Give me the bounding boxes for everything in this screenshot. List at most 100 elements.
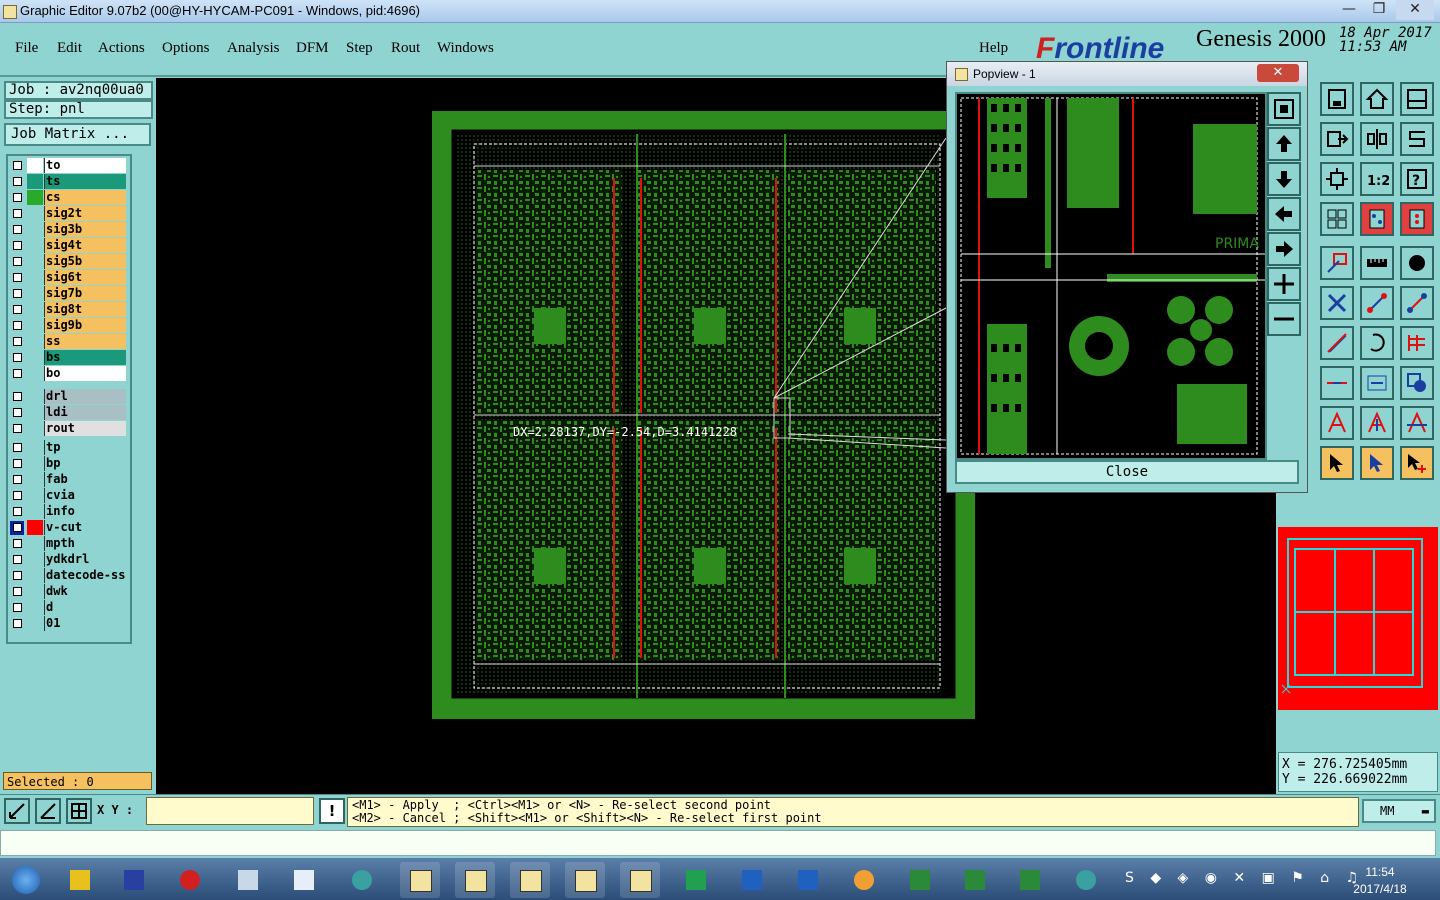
layer-row-sig2t[interactable]: sig2t [10, 206, 128, 221]
line-points-icon[interactable] [1360, 286, 1394, 320]
layer-color-swatch[interactable] [27, 206, 43, 221]
layer-checkbox[interactable] [10, 351, 24, 365]
taskbar-app-p[interactable] [676, 862, 716, 898]
popview-zoom-canvas[interactable]: PRIMA [955, 92, 1267, 460]
layer-row-cvia[interactable]: cvia [10, 488, 128, 503]
pv-zoom-out-icon[interactable] [1267, 302, 1301, 336]
maximize-button[interactable]: ❐ [1364, 0, 1394, 20]
layer-name[interactable]: sig3b [44, 222, 126, 237]
layer-checkbox[interactable] [10, 422, 24, 436]
scale-1-2-icon[interactable]: 1:2 [1360, 162, 1394, 196]
layer-row-01[interactable]: 01 [10, 616, 128, 631]
start-button[interactable] [6, 862, 46, 898]
taskbar-frontline-1[interactable] [732, 862, 772, 898]
layer-color-swatch[interactable] [27, 472, 43, 487]
layer-color-swatch[interactable] [27, 440, 43, 455]
grid-icon[interactable] [1320, 202, 1354, 236]
layer-name[interactable]: v-cut [44, 520, 126, 535]
layer-color-swatch[interactable] [27, 158, 43, 173]
app-icon[interactable] [3, 5, 17, 19]
pv-pan-right-icon[interactable] [1267, 232, 1301, 266]
layer-compare-icon[interactable] [1360, 202, 1394, 236]
layer-checkbox[interactable] [10, 239, 24, 253]
taskbar-genesis-1[interactable] [400, 862, 440, 898]
layer-row-tp[interactable]: tp [10, 440, 128, 455]
taskbar-genesis-4[interactable] [565, 862, 605, 898]
layer-name[interactable]: cs [44, 190, 126, 205]
minimize-button[interactable]: — [1334, 0, 1364, 20]
layer-checkbox[interactable] [10, 585, 24, 599]
ruler-icon[interactable] [1360, 246, 1394, 280]
layer-name[interactable]: ydkdrl [44, 552, 126, 567]
export-icon[interactable] [1320, 122, 1354, 156]
layer-checkbox[interactable] [10, 159, 24, 173]
warning-button[interactable]: ! [319, 798, 345, 824]
layer-checkbox[interactable] [10, 255, 24, 269]
layer-name[interactable]: fab [44, 472, 126, 487]
layer-checkbox[interactable] [10, 223, 24, 237]
layer-checkbox[interactable] [10, 191, 24, 205]
layer-name[interactable]: ldi [44, 405, 126, 420]
cross-icon[interactable] [1320, 286, 1354, 320]
layer-row-v-cut[interactable]: v-cut [10, 520, 128, 535]
title-bar[interactable]: Graphic Editor 9.07b2 (00@HY-HYCAM-PC091… [0, 0, 1440, 23]
layer-color-swatch[interactable] [27, 190, 43, 205]
popview-window[interactable]: Popview - 1 ✕ PRIMA Close [946, 61, 1308, 493]
layer-checkbox[interactable] [10, 521, 24, 535]
arc-icon[interactable] [1360, 326, 1394, 360]
layer-checkbox[interactable] [10, 175, 24, 189]
layer-color-swatch[interactable] [27, 504, 43, 519]
layer-name[interactable]: sig2t [44, 206, 126, 221]
layer-checkbox[interactable] [10, 537, 24, 551]
menu-actions[interactable]: Actions [98, 40, 145, 57]
layer-row-sig6t[interactable]: sig6t [10, 270, 128, 285]
fit-icon[interactable] [1320, 162, 1354, 196]
layer-row-dwk[interactable]: dwk [10, 584, 128, 599]
layer-color-swatch[interactable] [27, 286, 43, 301]
layer-row-sig5b[interactable]: sig5b [10, 254, 128, 269]
job-matrix-button[interactable]: Job Matrix ... [4, 123, 151, 146]
cut-line-icon[interactable] [1320, 366, 1354, 400]
layer-checkbox[interactable] [10, 601, 24, 615]
layer-row-bs[interactable]: bs [10, 350, 128, 365]
menu-file[interactable]: File [15, 40, 38, 57]
menu-windows[interactable]: Windows [437, 40, 494, 57]
layer-name[interactable]: sig5b [44, 254, 126, 269]
layer-color-swatch[interactable] [27, 488, 43, 503]
layer-name[interactable]: sig6t [44, 270, 126, 285]
draw-rect-icon[interactable] [1320, 246, 1354, 280]
layer-name[interactable]: tp [44, 440, 126, 455]
menu-step[interactable]: Step [346, 40, 373, 57]
taskbar-genesis-3[interactable] [510, 862, 550, 898]
layer-checkbox[interactable] [10, 473, 24, 487]
layer-checkbox[interactable] [10, 489, 24, 503]
layer-checkbox[interactable] [10, 303, 24, 317]
close-window-button[interactable]: ✕ [1396, 0, 1434, 20]
taskbar-app-3[interactable] [170, 862, 210, 898]
layer-row-sig8t[interactable]: sig8t [10, 302, 128, 317]
draw-line-icon[interactable] [1320, 326, 1354, 360]
panel-minimap[interactable] [1278, 527, 1438, 710]
layer-row-to[interactable]: to [10, 158, 128, 173]
measure-between-icon[interactable] [1360, 366, 1394, 400]
layer-row-sig3b[interactable]: sig3b [10, 222, 128, 237]
layer-checkbox[interactable] [10, 406, 24, 420]
layer-checkbox[interactable] [10, 553, 24, 567]
layer-checkbox[interactable] [10, 390, 24, 404]
menu-dfm[interactable]: DFM [296, 40, 329, 57]
layer-color-swatch[interactable] [27, 456, 43, 471]
layer-color-swatch[interactable] [27, 616, 43, 631]
layer-checkbox[interactable] [10, 319, 24, 333]
pv-pan-left-icon[interactable] [1267, 197, 1301, 231]
layer-checkbox[interactable] [10, 287, 24, 301]
xy-input[interactable] [146, 797, 314, 825]
layer-color-swatch[interactable] [27, 584, 43, 599]
taskbar-app-6[interactable] [342, 862, 382, 898]
layer-name[interactable]: cvia [44, 488, 126, 503]
taskbar-genesis-5[interactable] [620, 862, 660, 898]
layer-color-swatch[interactable] [27, 405, 43, 420]
snap-icon[interactable] [4, 798, 30, 824]
taskbar-app-eye[interactable] [1066, 862, 1106, 898]
shapes-icon[interactable] [1400, 366, 1434, 400]
text-a-icon[interactable] [1320, 406, 1354, 440]
